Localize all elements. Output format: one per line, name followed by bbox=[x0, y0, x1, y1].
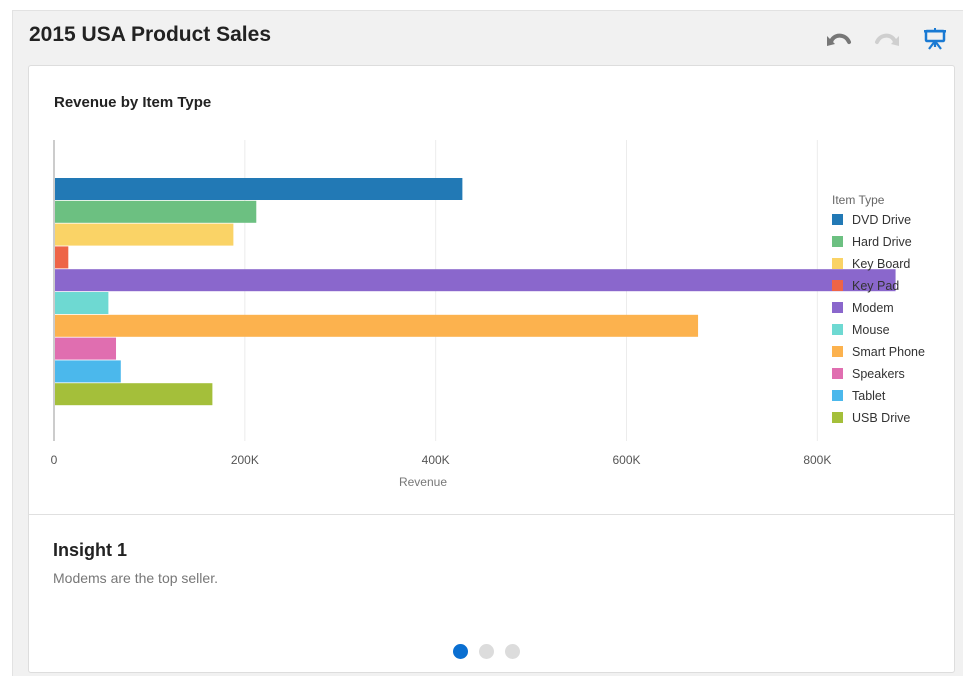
x-tick-label: 0 bbox=[51, 453, 58, 467]
legend-swatch bbox=[832, 368, 843, 379]
visualization-card: Revenue by Item Type 0 200K 400K 600K 800K Re… bbox=[28, 65, 955, 673]
legend-label: Mouse bbox=[852, 323, 890, 337]
x-tick-label: 400K bbox=[422, 453, 450, 467]
insight-pager bbox=[453, 644, 520, 659]
legend-swatch bbox=[832, 390, 843, 401]
bar-dvd-drive bbox=[55, 178, 463, 200]
bar-tablet bbox=[55, 360, 121, 383]
legend-swatch bbox=[832, 324, 843, 335]
bar-speakers bbox=[55, 337, 117, 360]
x-tick-label: 600K bbox=[612, 453, 640, 467]
bar-key-board bbox=[55, 223, 234, 246]
legend-title: Item Type bbox=[832, 193, 885, 207]
legend-label: Hard Drive bbox=[852, 235, 912, 249]
legend-label: DVD Drive bbox=[852, 213, 911, 227]
legend-label: Tablet bbox=[852, 389, 886, 403]
redo-icon bbox=[875, 33, 899, 46]
insight-title: Insight 1 bbox=[53, 540, 128, 560]
bar-hard-drive bbox=[55, 200, 257, 223]
legend-swatch bbox=[832, 302, 843, 313]
legend-label: Smart Phone bbox=[852, 345, 925, 359]
legend-label: Speakers bbox=[852, 367, 905, 381]
legend-swatch bbox=[832, 236, 843, 247]
undo-icon bbox=[827, 33, 851, 46]
dashboard-frame: 2015 USA Product Sales Revenue by Item T… bbox=[12, 10, 963, 676]
legend-label: USB Drive bbox=[852, 411, 910, 425]
x-tick-label: 800K bbox=[803, 453, 831, 467]
bar-smart-phone bbox=[55, 314, 699, 337]
bar-usb-drive bbox=[55, 383, 213, 406]
page-title: 2015 USA Product Sales bbox=[29, 23, 271, 46]
legend-label: Key Pad bbox=[852, 279, 899, 293]
legend-label: Modem bbox=[852, 301, 894, 315]
insight-text: Modems are the top seller. bbox=[53, 570, 218, 586]
x-axis-title: Revenue bbox=[399, 475, 447, 489]
legend-swatch bbox=[832, 258, 843, 269]
presentation-button[interactable] bbox=[919, 25, 951, 53]
bar-key-pad bbox=[55, 246, 69, 269]
pager-dot-1[interactable] bbox=[453, 644, 468, 659]
legend-swatch bbox=[832, 214, 843, 225]
legend-label: Key Board bbox=[852, 257, 910, 271]
bar-chart: 0 200K 400K 600K 800K Revenue Item Type DVD Dri… bbox=[51, 140, 925, 489]
legend-swatch bbox=[832, 412, 843, 423]
redo-button[interactable] bbox=[871, 25, 903, 53]
pager-dot-3[interactable] bbox=[505, 644, 520, 659]
presentation-icon bbox=[924, 28, 946, 50]
legend-swatch bbox=[832, 346, 843, 357]
toolbar bbox=[823, 25, 951, 53]
legend-swatch bbox=[832, 280, 843, 291]
bar-modem bbox=[55, 269, 896, 292]
bar-mouse bbox=[55, 292, 109, 314]
divider bbox=[29, 514, 954, 515]
pager-dot-2[interactable] bbox=[479, 644, 494, 659]
x-tick-label: 200K bbox=[231, 453, 259, 467]
undo-button[interactable] bbox=[823, 25, 855, 53]
